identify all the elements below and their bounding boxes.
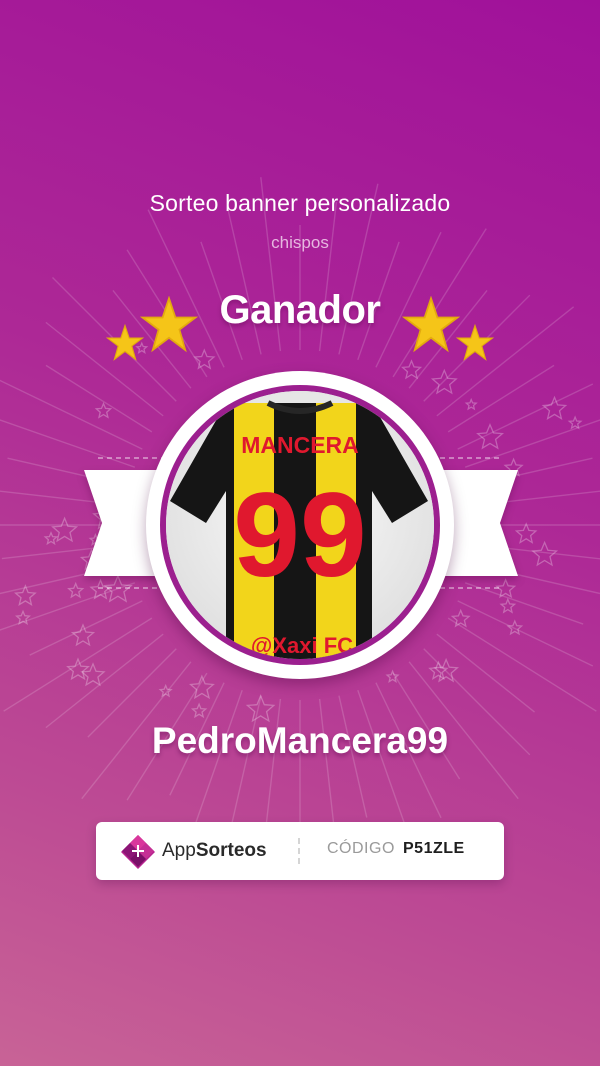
jersey-number: 99: [233, 468, 366, 602]
brand-prefix: App: [162, 840, 196, 861]
appsorteos-logo-icon: [121, 835, 155, 869]
footer-divider: [298, 838, 300, 864]
jersey-image: MANCERA 99 @Xaxi FC: [166, 391, 434, 659]
star-icon: [456, 324, 494, 361]
code-label: CÓDIGO: [327, 840, 395, 857]
winner-username: PedroMancera99: [151, 720, 449, 761]
star-icon: [140, 296, 198, 353]
winner-banner: Sorteo banner personalizado chispos Gana…: [0, 0, 600, 1066]
avatar: MANCERA 99 @Xaxi FC: [166, 391, 434, 659]
code-value: P51ZLE: [403, 840, 465, 857]
winner-heading: Ganador: [219, 288, 381, 332]
jersey-name: MANCERA: [241, 432, 359, 458]
raffle-title: Sorteo banner personalizado: [149, 190, 451, 216]
brand-suffix: Sorteos: [195, 840, 267, 861]
raffle-organizer: chispos: [271, 233, 329, 252]
footer-card: AppSorteos CÓDIGO P51ZLE: [96, 822, 504, 880]
brand-name: AppSorteos: [162, 840, 267, 862]
star-icon: [402, 296, 460, 353]
star-icon: [106, 324, 144, 361]
